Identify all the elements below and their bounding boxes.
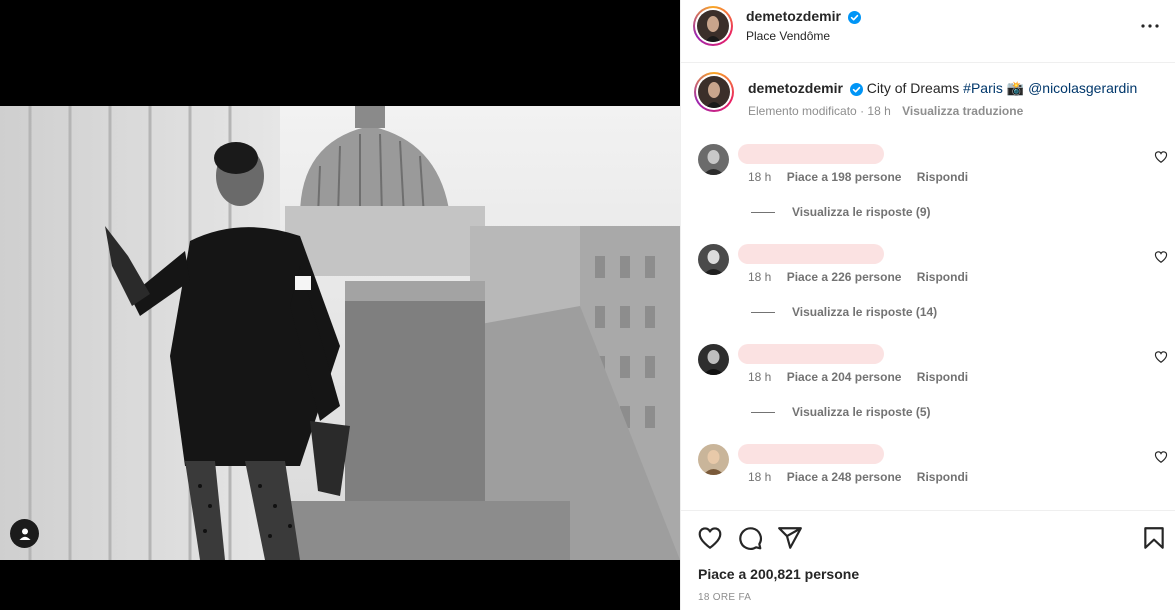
verified-badge-icon xyxy=(849,82,863,96)
reply-button[interactable]: Rispondi xyxy=(917,370,968,384)
post-timestamp[interactable]: 18 ORE FA xyxy=(698,592,751,603)
comment-meta: 18 h Piace a 248 persone Rispondi xyxy=(748,470,980,484)
reply-button[interactable]: Rispondi xyxy=(917,170,968,184)
comment-item: 18 h Piace a 204 persone Rispondi Visual… xyxy=(681,344,1175,434)
post-header: demetozdemir Place Vendôme xyxy=(681,0,1175,63)
caption-hashtag[interactable]: #Paris xyxy=(963,80,1003,96)
caption-author-avatar[interactable] xyxy=(694,72,734,112)
author-avatar-image xyxy=(697,10,729,42)
post-likes-count[interactable]: Piace a 200,821 persone xyxy=(698,566,859,582)
view-replies-button[interactable]: Visualizza le risposte (9) xyxy=(751,205,931,219)
caption-text-line: demetozdemir City of Dreams #Paris 📸 @ni… xyxy=(748,80,1137,97)
post-photo[interactable] xyxy=(0,106,680,560)
caption-emoji: 📸 xyxy=(1006,80,1025,96)
comment-like-heart-icon[interactable] xyxy=(1154,250,1168,264)
caption-meta: Elemento modificato · 18 h Visualizza tr… xyxy=(748,104,1023,118)
comment-likes[interactable]: Piace a 248 persone xyxy=(787,470,902,484)
comment-meta: 18 h Piace a 204 persone Rispondi xyxy=(748,370,980,384)
post-media-area xyxy=(0,0,680,610)
comment-item: 18 h Piace a 226 persone Rispondi Visual… xyxy=(681,244,1175,334)
author-username[interactable]: demetozdemir xyxy=(746,8,861,24)
share-icon[interactable] xyxy=(777,525,803,551)
comment-time[interactable]: 18 h xyxy=(748,270,771,284)
commenter-name-redacted xyxy=(738,244,884,264)
post-side-panel: demetozdemir Place Vendôme demetozdemir … xyxy=(680,0,1175,610)
replies-divider-line xyxy=(751,311,775,313)
author-avatar[interactable] xyxy=(693,6,733,46)
edited-label: Elemento modificato xyxy=(748,104,857,118)
comment-time[interactable]: 18 h xyxy=(748,470,771,484)
comment-like-heart-icon[interactable] xyxy=(1154,350,1168,364)
comment-time[interactable]: 18 h xyxy=(748,370,771,384)
commenter-avatar[interactable] xyxy=(698,344,729,375)
view-replies-label: Visualizza le risposte (9) xyxy=(792,205,931,219)
author-username-text[interactable]: demetozdemir xyxy=(746,8,841,24)
meta-separator: · xyxy=(860,104,865,118)
more-options-icon xyxy=(1141,24,1159,28)
comment-icon[interactable] xyxy=(737,525,763,551)
replies-divider-line xyxy=(751,411,775,413)
caption-mention[interactable]: @nicolasgerardin xyxy=(1028,80,1137,96)
caption-text: City of Dreams xyxy=(866,80,960,96)
heart-icon[interactable] xyxy=(697,525,723,551)
comment-meta: 18 h Piace a 198 persone Rispondi xyxy=(748,170,980,184)
comment-like-heart-icon[interactable] xyxy=(1154,450,1168,464)
commenter-avatar[interactable] xyxy=(698,244,729,275)
commenter-avatar[interactable] xyxy=(698,444,729,475)
commenter-avatar[interactable] xyxy=(698,144,729,175)
comment-meta: 18 h Piace a 226 persone Rispondi xyxy=(748,270,980,284)
view-replies-label: Visualizza le risposte (14) xyxy=(792,305,938,319)
commenter-name-redacted xyxy=(738,444,884,464)
reply-button[interactable]: Rispondi xyxy=(917,270,968,284)
caption-time[interactable]: 18 h xyxy=(867,104,890,118)
bookmark-icon[interactable] xyxy=(1141,525,1167,551)
comment-likes[interactable]: Piace a 198 persone xyxy=(787,170,902,184)
replies-divider-line xyxy=(751,211,775,213)
comment-likes[interactable]: Piace a 204 persone xyxy=(787,370,902,384)
view-replies-button[interactable]: Visualizza le risposte (5) xyxy=(751,405,931,419)
translate-button[interactable]: Visualizza traduzione xyxy=(902,104,1023,118)
reply-button[interactable]: Rispondi xyxy=(917,470,968,484)
view-replies-button[interactable]: Visualizza le risposte (14) xyxy=(751,305,937,319)
view-replies-label: Visualizza le risposte (5) xyxy=(792,405,931,419)
caption-author-avatar-image xyxy=(698,76,730,108)
comment-time[interactable]: 18 h xyxy=(748,170,771,184)
comment-item: 18 h Piace a 198 persone Rispondi Visual… xyxy=(681,144,1175,234)
verified-badge-icon xyxy=(847,10,861,24)
caption-username[interactable]: demetozdemir xyxy=(748,80,843,96)
comment-likes[interactable]: Piace a 226 persone xyxy=(787,270,902,284)
post-location[interactable]: Place Vendôme xyxy=(746,29,830,43)
comment-like-heart-icon[interactable] xyxy=(1154,150,1168,164)
post-caption: demetozdemir City of Dreams #Paris 📸 @ni… xyxy=(681,66,1175,126)
post-photo-image xyxy=(0,106,680,560)
user-tag-button[interactable] xyxy=(10,519,39,548)
commenter-name-redacted xyxy=(738,344,884,364)
user-tag-icon xyxy=(19,528,30,540)
more-options-button[interactable] xyxy=(1138,14,1162,38)
commenter-name-redacted xyxy=(738,144,884,164)
post-actions-bar: Piace a 200,821 persone 18 ORE FA xyxy=(681,510,1175,610)
